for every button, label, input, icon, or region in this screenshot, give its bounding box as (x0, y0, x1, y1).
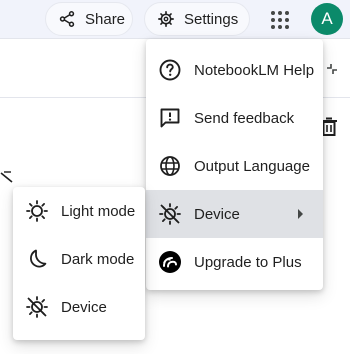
moon-icon (25, 247, 49, 271)
device-theme-icon (25, 295, 49, 319)
menu-item-label: Output Language (194, 157, 310, 175)
menu-item-label: Light mode (61, 202, 136, 220)
theme-submenu: Light mode Dark mode Device (13, 187, 145, 340)
sun-icon (25, 199, 49, 223)
menu-item-label: Dark mode (61, 250, 135, 268)
menu-item-device-theme[interactable]: Device (13, 283, 145, 331)
collapse-icon[interactable] (326, 62, 338, 80)
globe-icon (158, 154, 182, 178)
device-theme-icon (158, 202, 182, 226)
avatar[interactable]: A (311, 3, 343, 35)
help-icon (158, 58, 182, 82)
menu-item-send-feedback[interactable]: Send feedback (146, 94, 323, 142)
settings-label: Settings (184, 10, 239, 28)
menu-item-label: Device (194, 205, 240, 223)
share-button[interactable]: Share (45, 2, 133, 36)
menu-item-label: NotebookLM Help (194, 61, 315, 79)
menu-item-help[interactable]: NotebookLM Help (146, 46, 323, 94)
menu-item-upgrade-to-plus[interactable]: Upgrade to Plus (146, 238, 323, 286)
menu-item-device[interactable]: Device (146, 190, 323, 238)
feedback-icon (158, 106, 182, 130)
settings-button[interactable]: Settings (144, 2, 250, 36)
theme-off-icon (0, 170, 14, 189)
share-label: Share (85, 10, 126, 28)
menu-item-output-language[interactable]: Output Language (146, 142, 323, 190)
apps-grid-icon[interactable] (268, 8, 292, 32)
menu-item-label: Device (61, 298, 107, 316)
plus-logo-icon (158, 250, 182, 274)
menu-item-light-mode[interactable]: Light mode (13, 187, 145, 235)
share-icon (58, 10, 76, 28)
settings-menu: NotebookLM Help Send feedback Output Lan… (146, 39, 323, 290)
gear-icon (157, 10, 175, 28)
chevron-right-icon (298, 209, 303, 219)
menu-item-dark-mode[interactable]: Dark mode (13, 235, 145, 283)
menu-item-label: Send feedback (194, 109, 295, 127)
menu-item-label: Upgrade to Plus (194, 253, 302, 271)
